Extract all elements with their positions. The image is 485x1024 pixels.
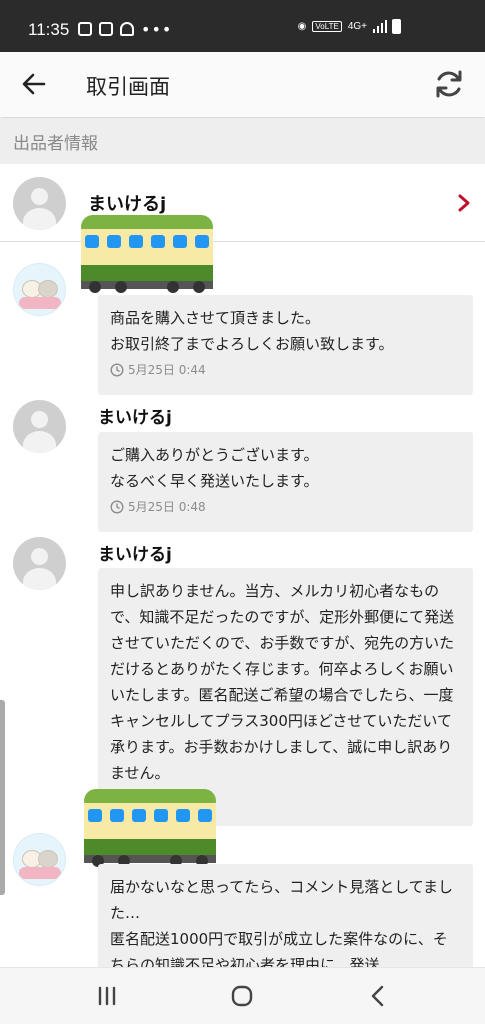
message-bubble: 届かないなと思ってたら、コメント見落としてました… 匿名配送1000円で取引が成… [98, 864, 473, 984]
clock-icon [110, 362, 124, 377]
seller-avatar [13, 177, 66, 230]
app-bar: 取引画面 [0, 52, 485, 117]
edge-panel-handle[interactable] [0, 700, 5, 895]
seller-name: まいけるj [88, 194, 167, 215]
network-label: 4G+ [347, 21, 367, 32]
system-nav-bar [0, 967, 485, 1024]
clock-icon [110, 499, 124, 514]
message-text: 商品を購入させて頂きました。 お取引終了までよろしくお願い致します。 [110, 309, 394, 353]
more-notifications-icon: ••• [141, 19, 173, 39]
message-time: 5月25日 0:44 [128, 363, 206, 377]
seller-section-label: 出品者情報 [13, 134, 98, 154]
status-bar: 11:35 ••• ◉ VoLTE 4G+ [0, 0, 485, 52]
refresh-icon[interactable] [433, 68, 465, 100]
seller-avatar [13, 400, 66, 453]
message-bubble: 商品を購入させて頂きました。 お取引終了までよろしくお願い致します。 5月25日… [98, 295, 473, 395]
notification-d-icon [99, 22, 113, 36]
seller-section-header: 出品者情報 [0, 118, 485, 164]
notification-app-icon [78, 22, 92, 36]
message-timestamp: 5月25日 0:48 [110, 498, 206, 515]
back-arrow-icon[interactable] [20, 70, 48, 98]
train-icon [81, 215, 213, 293]
message-text: ご購入ありがとうございます。 なるべく早く発送いたします。 [110, 446, 319, 490]
back-nav-icon[interactable] [366, 984, 392, 1008]
notification-ghost-icon [120, 22, 134, 36]
signal-icon [373, 20, 387, 33]
message-time: 5月25日 0:48 [128, 500, 206, 514]
status-time: 11:35 [28, 20, 70, 39]
home-icon[interactable] [229, 984, 255, 1008]
seller-row[interactable]: まいけるj [0, 164, 485, 242]
message-text: 申し訳ありません。当方、メルカリ初心者なもので、知識不足だったのですが、定形外郵… [110, 582, 455, 782]
buyer-avatar [13, 833, 66, 886]
notification-icons: ••• [78, 19, 173, 39]
location-icon: ◉ [297, 21, 307, 32]
message-sender: まいけるj [98, 545, 172, 565]
volte-icon: VoLTE [312, 21, 342, 32]
message-bubble: 申し訳ありません。当方、メルカリ初心者なもので、知識不足だったのですが、定形外郵… [98, 568, 473, 826]
battery-icon [392, 19, 401, 34]
seller-avatar [13, 537, 66, 590]
page-title: 取引画面 [86, 75, 170, 99]
buyer-avatar [13, 263, 66, 316]
message-timestamp: 5月25日 0:44 [110, 361, 206, 378]
message-sender: まいけるj [98, 408, 172, 428]
chevron-right-icon[interactable] [457, 193, 471, 213]
status-right-icons: ◉ VoLTE 4G+ [298, 19, 401, 34]
message-bubble: ご購入ありがとうございます。 なるべく早く発送いたします。 5月25日 0:48 [98, 432, 473, 532]
message-text: 届かないなと思ってたら、コメント見落としてました… 匿名配送1000円で取引が成… [110, 878, 454, 974]
train-icon [84, 789, 216, 867]
recent-apps-icon[interactable] [94, 984, 120, 1008]
